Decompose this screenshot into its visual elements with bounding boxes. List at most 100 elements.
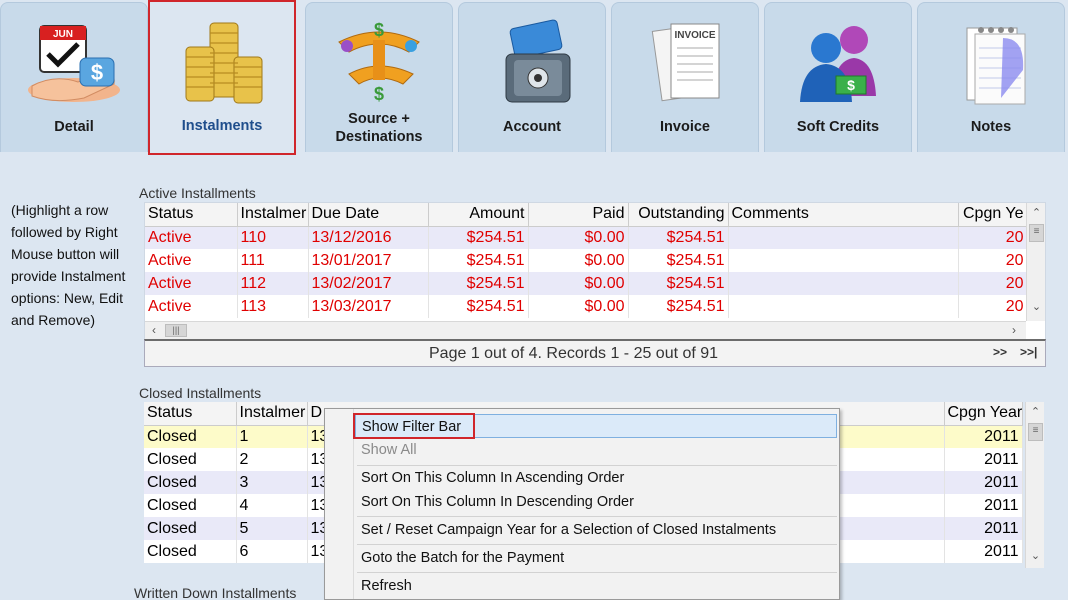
column-header-paid[interactable]: Paid [528, 203, 629, 227]
table-row[interactable]: Active 110 13/12/2016 $254.51 $0.00 $254… [145, 226, 1028, 249]
column-header-comments[interactable]: Comments [728, 203, 959, 227]
cell-instalment: 113 [237, 295, 309, 318]
column-header-instalment[interactable]: Instalmer [236, 402, 308, 426]
cell-status: Active [145, 295, 238, 318]
cell-outstanding: $254.51 [628, 249, 729, 272]
next-page-button[interactable]: >> [993, 345, 1007, 359]
closed-vertical-scrollbar[interactable]: ⌃ ≡ ⌄ [1025, 402, 1044, 568]
active-pager: Page 1 out of 4. Records 1 - 25 out of 9… [144, 339, 1046, 367]
column-header-cpgn-year[interactable]: Cpgn Ye [958, 203, 1028, 227]
written-down-installments-title: Written Down Installments [134, 585, 297, 600]
table-row[interactable]: Active 111 13/01/2017 $254.51 $0.00 $254… [145, 249, 1028, 272]
gold-coins-icon [150, 14, 294, 109]
cell-due-date: 13/12/2016 [308, 226, 429, 249]
column-header-outstanding[interactable]: Outstanding [628, 203, 729, 227]
tab-instalments[interactable]: Instalments [148, 0, 296, 155]
menu-item-refresh[interactable]: Refresh [355, 574, 837, 598]
scroll-thumb[interactable]: ||| [165, 324, 187, 337]
svg-text:$: $ [847, 77, 855, 93]
cell-outstanding: $254.51 [628, 295, 729, 318]
cell-comments [728, 249, 959, 272]
tab-account[interactable]: Account [458, 2, 606, 152]
column-header-due-date[interactable]: Due Date [308, 203, 429, 227]
svg-text:$: $ [91, 60, 103, 85]
tab-soft-credits[interactable]: $ Soft Credits [764, 2, 912, 152]
cell-cpgn-year: 20 [958, 272, 1028, 295]
cell-instalment: 4 [236, 494, 308, 517]
scroll-right-icon[interactable]: › [1005, 322, 1023, 339]
scroll-down-icon[interactable]: ⌄ [1027, 548, 1044, 565]
column-header-cpgn-year[interactable]: Cpgn Year [944, 402, 1023, 426]
cell-status: Closed [144, 517, 237, 540]
highlight-box [353, 413, 475, 439]
cell-outstanding: $254.51 [628, 272, 729, 295]
cell-instalment: 110 [237, 226, 309, 249]
cell-cpgn-year: 2011 [944, 425, 1023, 448]
active-header-row: Status Instalmer Due Date Amount Paid Ou… [145, 203, 1028, 227]
cell-amount: $254.51 [428, 226, 529, 249]
cell-outstanding: $254.51 [628, 226, 729, 249]
tab-source-destinations[interactable]: $ $ Source + Destinations [305, 2, 453, 152]
cell-cpgn-year: 20 [958, 226, 1028, 249]
active-installments-grid[interactable]: Status Instalmer Due Date Amount Paid Ou… [144, 202, 1046, 340]
cell-status: Closed [144, 448, 237, 471]
active-installments-title: Active Installments [139, 185, 256, 201]
cell-instalment: 111 [237, 249, 309, 272]
tab-label: Soft Credits [796, 119, 880, 135]
active-horizontal-scrollbar[interactable]: ‹ ||| › [145, 321, 1026, 339]
active-vertical-scrollbar[interactable]: ⌃ ≡ ⌄ [1026, 203, 1045, 321]
menu-item-goto-batch[interactable]: Goto the Batch for the Payment [355, 546, 837, 570]
tab-label: Source + Destinations [335, 111, 423, 145]
cell-cpgn-year: 20 [958, 249, 1028, 272]
cell-paid: $0.00 [528, 272, 629, 295]
menu-item-sort-descending[interactable]: Sort On This Column In Descending Order [355, 490, 837, 514]
tab-detail[interactable]: JUN $ Detail [0, 2, 148, 152]
scroll-thumb[interactable]: ≡ [1028, 423, 1043, 441]
help-text: (Highlight a row followed by Right Mouse… [11, 202, 126, 328]
cell-instalment: 112 [237, 272, 309, 295]
menu-item-set-campaign-year[interactable]: Set / Reset Campaign Year for a Selectio… [355, 518, 837, 542]
pager-info: Page 1 out of 4. Records 1 - 25 out of 9… [429, 345, 719, 362]
scroll-up-icon[interactable]: ⌃ [1028, 205, 1045, 222]
svg-text:$: $ [374, 20, 384, 40]
tab-notes[interactable]: Notes [917, 2, 1065, 152]
scroll-thumb[interactable]: ≡ [1029, 224, 1044, 242]
cell-cpgn-year: 2011 [944, 517, 1023, 540]
tab-bar: JUN $ Detail Instalments $ $ Source + De… [0, 0, 1068, 155]
cell-status: Closed [144, 425, 237, 448]
scroll-left-icon[interactable]: ‹ [145, 322, 163, 339]
menu-item-show-all[interactable]: Show All [355, 438, 837, 462]
tab-label: Detail [54, 119, 94, 135]
tab-label: Invoice [660, 119, 710, 135]
scroll-down-icon[interactable]: ⌄ [1028, 299, 1045, 316]
cell-status: Closed [144, 471, 237, 494]
cell-status: Closed [144, 494, 237, 517]
cell-paid: $0.00 [528, 249, 629, 272]
tab-invoice[interactable]: INVOICE Invoice [611, 2, 759, 152]
tab-label: Instalments [181, 118, 263, 134]
last-page-button[interactable]: >>| [1020, 345, 1037, 359]
cell-status: Active [145, 226, 238, 249]
cell-amount: $254.51 [428, 249, 529, 272]
scroll-up-icon[interactable]: ⌃ [1027, 404, 1044, 421]
column-header-status[interactable]: Status [145, 203, 238, 227]
column-header-status[interactable]: Status [144, 402, 237, 426]
column-header-amount[interactable]: Amount [428, 203, 529, 227]
cell-due-date: 13/01/2017 [308, 249, 429, 272]
table-row[interactable]: Active 112 13/02/2017 $254.51 $0.00 $254… [145, 272, 1028, 295]
svg-text:INVOICE: INVOICE [674, 30, 715, 41]
cell-due-date: 13/03/2017 [308, 295, 429, 318]
menu-separator [357, 572, 837, 573]
table-row[interactable]: Active 113 13/03/2017 $254.51 $0.00 $254… [145, 295, 1028, 318]
tab-label: Account [503, 119, 561, 135]
cell-comments [728, 226, 959, 249]
column-header-instalment[interactable]: Instalmer [237, 203, 309, 227]
credit-card-safe-icon [459, 15, 605, 110]
cell-cpgn-year: 2011 [944, 448, 1023, 471]
tab-label: Notes [970, 119, 1012, 135]
menu-item-sort-ascending[interactable]: Sort On This Column In Ascending Order [355, 466, 837, 490]
cell-comments [728, 295, 959, 318]
cell-cpgn-year: 20 [958, 295, 1028, 318]
cell-status: Closed [144, 540, 237, 563]
cell-instalment: 2 [236, 448, 308, 471]
